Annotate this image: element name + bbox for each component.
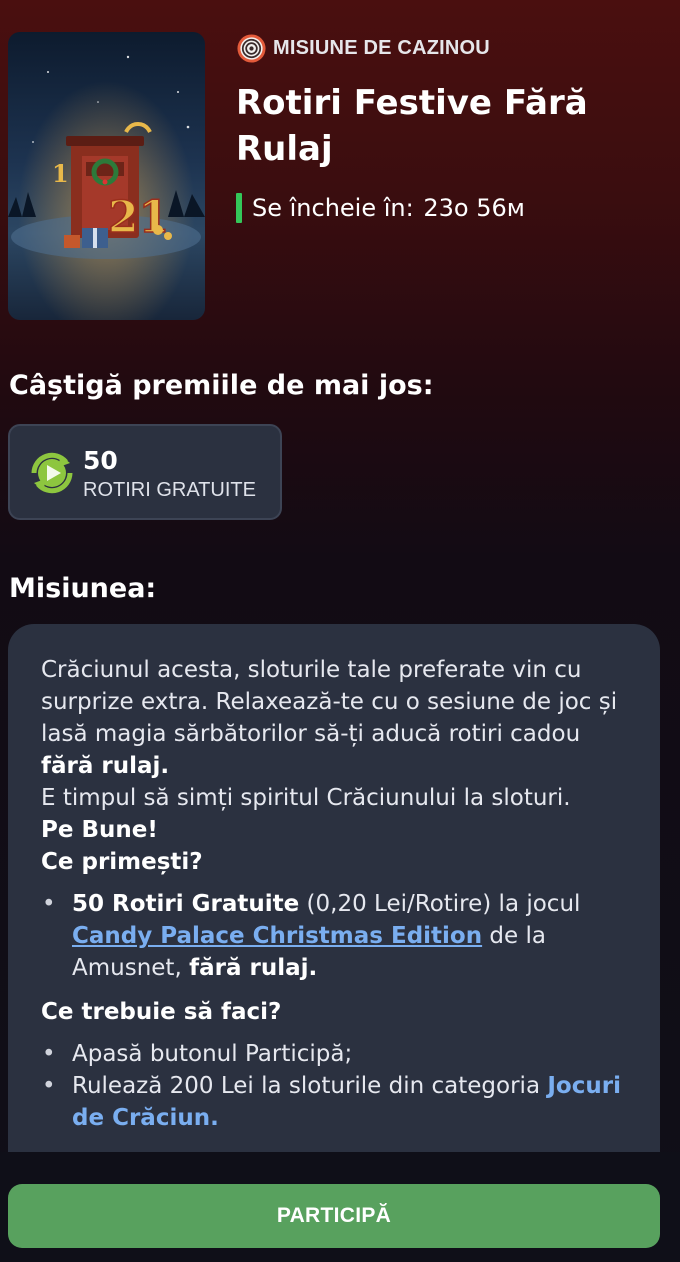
target-icon (237, 34, 266, 63)
mission-description-heading: Misiunea: (9, 573, 157, 604)
list-item: Apasă butonul Participă; (41, 1038, 636, 1070)
timer-label: Se încheie în: (252, 194, 414, 222)
mission-timer: Se încheie în: 23ᴏ 56ᴍ (236, 193, 525, 223)
what-to-do-heading: Ce trebuie să faci? (41, 999, 282, 1025)
mission-image: 21 1 (8, 32, 205, 320)
prize-card: 50 ROTIRI GRATUITE (8, 424, 282, 520)
mission-type-tag: MISIUNE DE CAZINOU (236, 33, 490, 64)
timer-value: 23ᴏ 56ᴍ (423, 194, 525, 222)
svg-text:21: 21 (108, 192, 169, 243)
list-item: 50 Rotiri Gratuite (0,20 Lei/Rotire) la … (41, 888, 636, 984)
game-link[interactable]: Candy Palace Christmas Edition (72, 923, 482, 949)
intro-paragraph: Crăciunul acesta, sloturile tale prefera… (41, 657, 618, 875)
prizes-heading: Câștigă premiile de mai jos: (9, 370, 434, 401)
steps-list: Apasă butonul Participă; Rulează 200 Lei… (41, 1038, 636, 1134)
what-you-get-heading: Ce primești? (41, 849, 203, 875)
free-spins-icon (31, 452, 73, 494)
mission-title: Rotiri Festive Fără Rulaj (236, 83, 588, 169)
mission-description-card: Crăciunul acesta, sloturile tale prefera… (8, 624, 660, 1152)
mission-type-label: MISIUNE DE CAZINOU (273, 37, 490, 59)
benefits-list: 50 Rotiri Gratuite (0,20 Lei/Rotire) la … (41, 888, 636, 984)
list-item: Rulează 200 Lei la sloturile din categor… (41, 1070, 636, 1134)
svg-text:1: 1 (52, 159, 69, 188)
prize-type: ROTIRI GRATUITE (83, 479, 256, 501)
participate-button[interactable]: PARTICIPĂ (8, 1184, 660, 1248)
prize-amount: 50 (83, 446, 118, 475)
timer-indicator (236, 193, 242, 223)
